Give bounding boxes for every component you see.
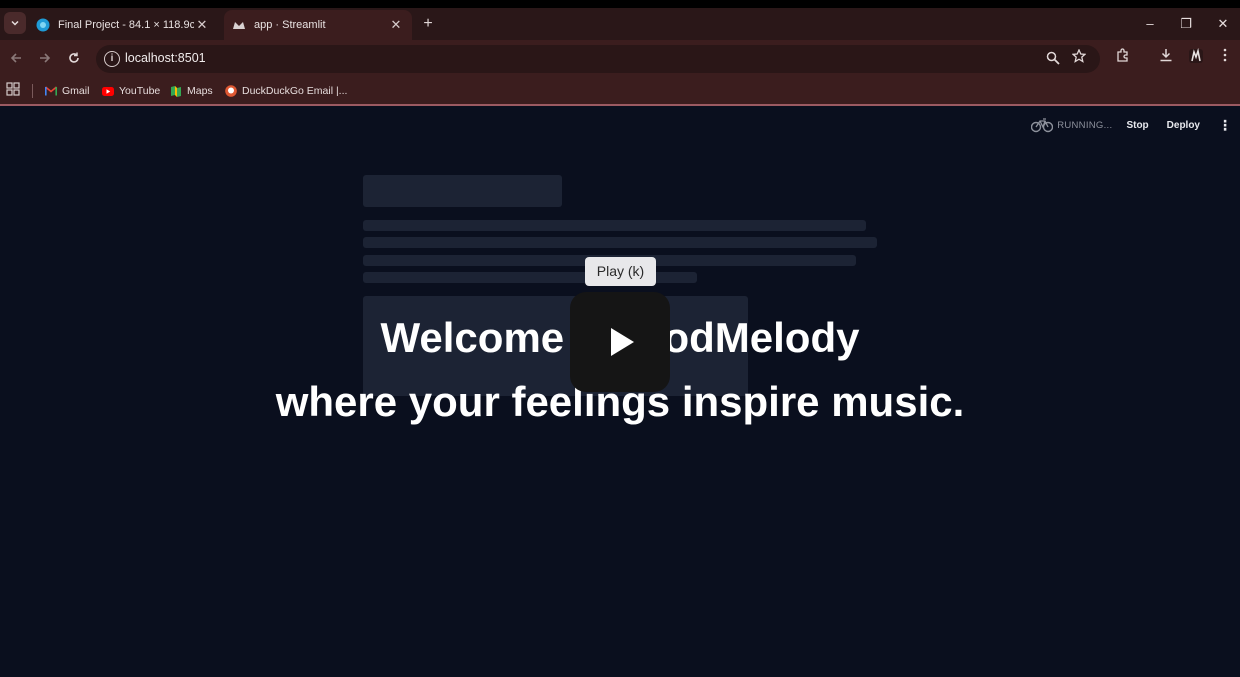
streamlit-status-bar: RUNNING... Stop Deploy ⋮: [1030, 114, 1232, 136]
reload-button[interactable]: [63, 48, 85, 70]
tab-search-button[interactable]: [4, 12, 26, 34]
bookmarks-bar: Gmail YouTube Maps DuckDuckGo Email |...: [0, 76, 1240, 106]
play-icon: [611, 328, 634, 356]
browser-menu-icon[interactable]: [1215, 48, 1235, 68]
forward-button[interactable]: [34, 48, 56, 70]
arrow-left-icon: [10, 53, 21, 63]
restore-button[interactable]: ❐: [1173, 14, 1199, 34]
close-tab-icon[interactable]: ✕: [388, 17, 404, 33]
gmail-icon: [45, 85, 57, 97]
streamlit-crown-icon: [232, 18, 246, 32]
download-icon[interactable]: [1156, 48, 1176, 68]
welcome-headline-right: oodMelody: [637, 314, 860, 361]
bookmark-youtube[interactable]: YouTube: [102, 82, 160, 100]
bookmark-duckduckgo[interactable]: DuckDuckGo Email |...: [225, 82, 347, 100]
tab-title: app · Streamlit: [254, 19, 326, 31]
canva-icon: [36, 18, 50, 32]
bookmark-gmail[interactable]: Gmail: [45, 82, 89, 100]
url-text: localhost:8501: [125, 51, 206, 65]
apps-grid-icon[interactable]: [6, 82, 22, 98]
maps-icon: [170, 85, 182, 97]
arrow-right-icon: [40, 53, 51, 63]
address-bar[interactable]: i localhost:8501: [96, 45, 1100, 73]
extensions-icon[interactable]: [1113, 48, 1133, 68]
close-tab-icon[interactable]: ✕: [194, 17, 210, 33]
skeleton-title: [363, 175, 562, 207]
browser-toolbar: i localhost:8501: [0, 40, 1240, 76]
bookmark-label: YouTube: [119, 85, 161, 97]
tab-title: Final Project - 84.1 × 118.9cm: [58, 19, 194, 31]
tab-final-project[interactable]: Final Project - 84.1 × 118.9cm ✕: [28, 10, 218, 40]
main-menu-button[interactable]: ⋮: [1218, 117, 1232, 134]
site-info-icon[interactable]: i: [104, 51, 120, 67]
tab-streamlit-app[interactable]: app · Streamlit ✕: [224, 10, 412, 40]
bookmark-label: DuckDuckGo Email |...: [242, 85, 348, 97]
duckduckgo-icon: [225, 85, 237, 97]
browser-chrome: Final Project - 84.1 × 118.9cm ✕ app · S…: [0, 8, 1240, 106]
profile-avatar-icon[interactable]: [1186, 47, 1206, 68]
bookmark-label: Gmail: [62, 85, 90, 97]
play-button[interactable]: [570, 292, 670, 392]
minimize-button[interactable]: –: [1137, 14, 1163, 34]
close-window-button[interactable]: ✕: [1210, 14, 1236, 34]
running-bicycle-icon: [1030, 117, 1054, 133]
deploy-button[interactable]: Deploy: [1167, 120, 1200, 131]
top-strip: [0, 0, 1240, 8]
zoom-icon[interactable]: [1046, 51, 1062, 67]
bookmark-maps[interactable]: Maps: [170, 82, 213, 100]
new-tab-button[interactable]: +: [418, 14, 438, 34]
reload-icon: [69, 52, 79, 63]
running-status-text: RUNNING...: [1057, 119, 1113, 131]
back-button[interactable]: [5, 48, 27, 70]
chevron-down-icon: [11, 20, 19, 26]
bookmark-star-icon[interactable]: [1071, 48, 1088, 65]
play-tooltip: Play (k): [585, 257, 656, 286]
welcome-headline-left: Welcome t: [380, 314, 590, 361]
bookmark-label: Maps: [187, 85, 213, 97]
streamlit-page: RUNNING... Stop Deploy ⋮ Welcome t oodMel…: [0, 106, 1240, 677]
skeleton-line: [363, 220, 866, 231]
bookmarks-divider: [32, 84, 33, 98]
stop-button[interactable]: Stop: [1126, 120, 1148, 131]
youtube-icon: [102, 85, 114, 97]
tab-strip: Final Project - 84.1 × 118.9cm ✕ app · S…: [0, 8, 1240, 40]
skeleton-line: [363, 237, 877, 248]
